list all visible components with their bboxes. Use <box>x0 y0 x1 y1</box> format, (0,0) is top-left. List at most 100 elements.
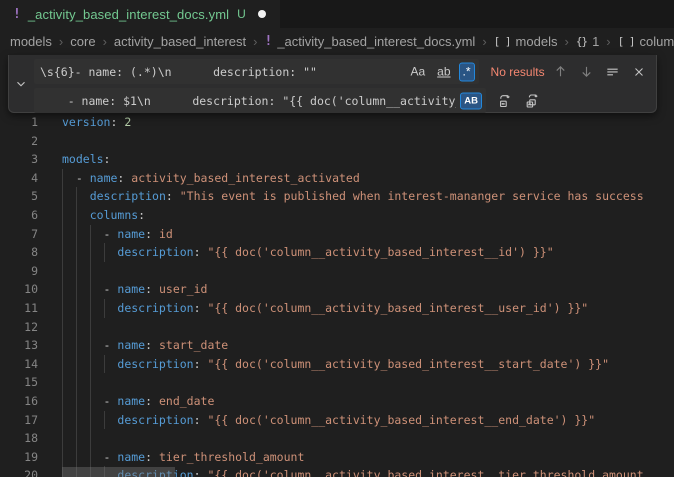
token: "{{ doc('column__activity_based_interest… <box>207 357 609 371</box>
replace-row: AB <box>34 88 650 113</box>
indent-guide <box>104 243 105 262</box>
code-line[interactable]: 15 <box>0 373 674 392</box>
code-line[interactable]: 12 <box>0 318 674 337</box>
toggle-replace-button[interactable] <box>12 64 30 104</box>
token: : <box>145 338 152 352</box>
horizontal-scrollbar[interactable] <box>62 467 175 477</box>
find-options: Aa ab .* <box>406 62 474 81</box>
preserve-case-button[interactable]: AB <box>460 92 482 109</box>
token <box>152 338 159 352</box>
find-in-selection-button[interactable] <box>602 61 623 83</box>
close-find-button[interactable] <box>629 61 650 83</box>
code-line[interactable]: 4 - name: activity_based_interest_activa… <box>0 169 674 188</box>
code-line[interactable]: 11 description: "{{ doc('column__activit… <box>0 299 674 318</box>
breadcrumb-item[interactable]: models <box>10 34 52 49</box>
code-text: description: "{{ doc('column__activity_b… <box>62 299 674 318</box>
token: name <box>117 394 145 408</box>
breadcrumb-separator: › <box>606 34 610 49</box>
breadcrumb-label: activity_based_interest <box>114 34 246 49</box>
breadcrumb-item[interactable]: activity_based_interest <box>114 34 246 49</box>
breadcrumb-separator: › <box>253 34 257 49</box>
breadcrumb-item[interactable]: {}1 <box>576 34 599 49</box>
token: activity_based_interest_activated <box>131 171 359 185</box>
code-text <box>62 373 674 392</box>
code-line[interactable]: 19 - name: tier_threshold_amount <box>0 448 674 467</box>
indent-guide <box>62 280 63 299</box>
indent-guide <box>90 429 91 448</box>
code-text: - name: start_date <box>62 336 674 355</box>
indent-guide <box>62 262 63 281</box>
code-line[interactable]: 16 - name: end_date <box>0 392 674 411</box>
modified-indicator-dot[interactable] <box>258 10 266 18</box>
find-input-wrap: Aa ab .* <box>34 59 479 84</box>
breadcrumb-label: _activity_based_interest_docs.yml <box>277 34 475 49</box>
replace-input[interactable] <box>34 88 486 113</box>
code-line[interactable]: 13 - name: start_date <box>0 336 674 355</box>
replace-button[interactable] <box>494 90 516 112</box>
breadcrumb-item[interactable]: [ ]columns <box>618 34 674 49</box>
breadcrumb-item[interactable]: core <box>70 34 95 49</box>
indent-guide <box>76 206 77 225</box>
token <box>152 394 159 408</box>
code-line[interactable]: 3models: <box>0 150 674 169</box>
line-number: 18 <box>0 429 38 448</box>
code-line[interactable]: 6 columns: <box>0 206 674 225</box>
replace-input-wrap: AB <box>34 88 486 113</box>
token: name <box>117 282 145 296</box>
editor[interactable]: 1version: 223models:4 - name: activity_b… <box>0 55 674 477</box>
breadcrumb-separator: › <box>103 34 107 49</box>
code-line[interactable]: 7 - name: id <box>0 225 674 244</box>
token: : <box>194 413 201 427</box>
token <box>62 450 104 464</box>
indent-guide <box>62 336 63 355</box>
close-icon <box>632 65 646 79</box>
breadcrumb: models › core › activity_based_interest › !_ac… <box>0 28 674 55</box>
breadcrumb-item[interactable]: [ ]models <box>494 34 558 49</box>
code-line[interactable]: 18 <box>0 429 674 448</box>
code-line[interactable]: 17 description: "{{ doc('column__activit… <box>0 411 674 430</box>
token: - <box>104 450 118 464</box>
breadcrumb-label: models <box>516 34 558 49</box>
code-text: description: "This event is published wh… <box>62 187 674 206</box>
token: id <box>159 227 173 241</box>
token: : <box>145 282 152 296</box>
breadcrumb-item[interactable]: !_activity_based_interest_docs.yml <box>265 34 476 49</box>
line-number: 6 <box>0 206 38 225</box>
token <box>152 450 159 464</box>
token: : <box>104 152 111 166</box>
code-line[interactable]: 5 description: "This event is published … <box>0 187 674 206</box>
code-line[interactable]: 2 <box>0 132 674 151</box>
code-line[interactable]: 9 <box>0 262 674 281</box>
array-symbol-icon: [ ] <box>618 35 635 48</box>
next-match-button[interactable] <box>576 61 597 83</box>
code-line[interactable]: 10 - name: user_id <box>0 280 674 299</box>
regex-button[interactable]: .* <box>459 62 475 81</box>
code-line[interactable]: 14 description: "{{ doc('column__activit… <box>0 355 674 374</box>
previous-match-button[interactable] <box>550 61 571 83</box>
indent-guide <box>76 336 77 355</box>
token: description <box>117 301 193 315</box>
line-number: 12 <box>0 318 38 337</box>
code-text: version: 2 <box>62 113 674 132</box>
selection-lines-icon <box>605 64 620 79</box>
indent-guide <box>104 299 105 318</box>
match-case-button[interactable]: Aa <box>406 62 429 81</box>
code-line[interactable]: 8 description: "{{ doc('column__activity… <box>0 243 674 262</box>
code-line[interactable]: 1version: 2 <box>0 113 674 132</box>
indent-guide <box>76 280 77 299</box>
code-text: - name: user_id <box>62 280 674 299</box>
code-text: description: "{{ doc('column__activity_b… <box>62 411 674 430</box>
indent-guide <box>76 262 77 281</box>
code-text <box>62 262 674 281</box>
token <box>152 282 159 296</box>
code-text <box>62 132 674 151</box>
tab-active-file[interactable]: ! _activity_based_interest_docs.yml U <box>0 0 280 28</box>
replace-icon <box>497 93 513 109</box>
token: : <box>194 245 201 259</box>
token <box>62 171 76 185</box>
replace-all-button[interactable] <box>521 90 543 112</box>
token: "{{ doc('column__activity_based_interest… <box>207 301 588 315</box>
token <box>62 227 104 241</box>
whole-word-button[interactable]: ab <box>433 62 454 81</box>
token: : <box>145 394 152 408</box>
